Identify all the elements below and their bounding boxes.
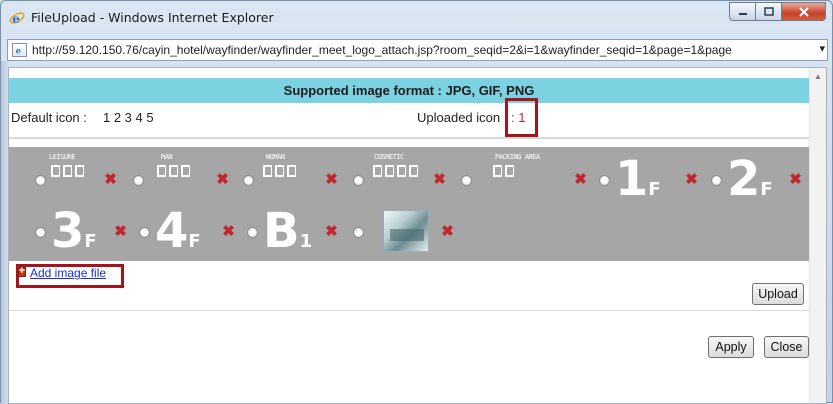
uploaded-photo-thumbnail bbox=[383, 210, 429, 252]
vertical-scrollbar[interactable]: ▲ bbox=[809, 68, 826, 403]
floor-number: 1 bbox=[615, 151, 649, 207]
floor-icon-1f: 1F bbox=[615, 155, 661, 203]
upload-button[interactable]: Upload bbox=[752, 283, 804, 305]
floor-suffix: F bbox=[84, 231, 97, 252]
floor-icon-3f: 3F bbox=[51, 207, 97, 255]
delete-icon[interactable]: ✖ bbox=[574, 172, 587, 187]
uploaded-icon-label: Uploaded icon bbox=[417, 110, 501, 125]
divider bbox=[9, 137, 809, 139]
window-frame-left bbox=[1, 61, 8, 404]
svg-text:e: e bbox=[16, 46, 22, 56]
close-button[interactable]: Close bbox=[764, 336, 809, 358]
parking-area-icon bbox=[493, 165, 514, 177]
floor-number: 2 bbox=[727, 151, 761, 207]
floor-number: 3 bbox=[51, 203, 85, 259]
floor-icon-4f: 4F bbox=[155, 207, 201, 255]
cosmetic-icon bbox=[373, 165, 418, 177]
highlight-add-image bbox=[16, 264, 124, 288]
page-content: ▲ Supported image format : JPG, GIF, PNG… bbox=[8, 67, 827, 404]
divider bbox=[9, 310, 809, 311]
floor-suffix: F bbox=[188, 231, 201, 252]
icon-radio[interactable] bbox=[247, 227, 258, 238]
delete-icon[interactable]: ✖ bbox=[325, 224, 338, 239]
icon-radio[interactable] bbox=[461, 175, 472, 186]
icon-radio[interactable] bbox=[243, 175, 254, 186]
icon-radio[interactable] bbox=[139, 227, 150, 238]
minimize-button[interactable] bbox=[729, 2, 756, 21]
page-icon: e bbox=[12, 43, 27, 57]
chevron-down-icon[interactable]: ▾ bbox=[819, 42, 825, 55]
floor-number: 4 bbox=[155, 203, 189, 259]
maximize-button[interactable] bbox=[756, 2, 782, 21]
floor-number: B bbox=[263, 203, 300, 259]
delete-icon[interactable]: ✖ bbox=[104, 172, 117, 187]
window-title: FileUpload - Windows Internet Explorer bbox=[31, 10, 274, 25]
icon-radio[interactable] bbox=[711, 175, 722, 186]
icon-radio[interactable] bbox=[353, 227, 364, 238]
maximize-icon bbox=[763, 7, 774, 16]
icon-label: MAN bbox=[161, 153, 173, 161]
window-close-button[interactable] bbox=[782, 2, 826, 21]
address-bar[interactable]: e http://59.120.150.76/cayin_hotel/wayfi… bbox=[7, 39, 828, 61]
minimize-icon bbox=[738, 12, 747, 15]
internet-explorer-icon: e bbox=[9, 12, 25, 26]
svg-text:e: e bbox=[12, 12, 20, 26]
floor-suffix: F bbox=[648, 179, 661, 200]
icon-radio[interactable] bbox=[35, 175, 46, 186]
delete-icon[interactable]: ✖ bbox=[685, 172, 698, 187]
icon-radio[interactable] bbox=[133, 175, 144, 186]
close-icon bbox=[798, 6, 809, 17]
delete-icon[interactable]: ✖ bbox=[441, 224, 454, 239]
icon-radio[interactable] bbox=[35, 227, 46, 238]
delete-icon[interactable]: ✖ bbox=[114, 224, 127, 239]
man-icon bbox=[157, 165, 190, 177]
floor-icon-b1: B1 bbox=[263, 207, 312, 255]
delete-icon[interactable]: ✖ bbox=[216, 172, 229, 187]
icon-label: WOMAN bbox=[266, 153, 285, 161]
icon-gallery: LEISURE ✖ MAN ✖ WOMAN ✖ COSMETIC ✖ PACKI… bbox=[9, 147, 809, 261]
floor-suffix: F bbox=[760, 179, 773, 200]
highlight-uploaded-count bbox=[505, 98, 538, 137]
icon-counts: Default icon : 1 2 3 4 5 Uploaded icon :… bbox=[9, 110, 809, 132]
title-bar: e FileUpload - Windows Internet Explorer bbox=[1, 1, 832, 35]
leisure-icon bbox=[51, 165, 84, 177]
icon-label: LEISURE bbox=[49, 153, 76, 161]
default-icon-pages[interactable]: 1 2 3 4 5 bbox=[103, 110, 154, 125]
floor-icon-2f: 2F bbox=[727, 155, 773, 203]
icon-label: COSMETIC bbox=[374, 153, 404, 161]
default-icon-label: Default icon : bbox=[11, 110, 87, 125]
icon-radio[interactable] bbox=[599, 175, 610, 186]
delete-icon[interactable]: ✖ bbox=[433, 172, 446, 187]
delete-icon[interactable]: ✖ bbox=[789, 172, 802, 187]
window-controls bbox=[729, 2, 826, 21]
icon-radio[interactable] bbox=[353, 175, 364, 186]
apply-button[interactable]: Apply bbox=[708, 336, 754, 358]
delete-icon[interactable]: ✖ bbox=[325, 172, 338, 187]
delete-icon[interactable]: ✖ bbox=[222, 224, 235, 239]
url-text[interactable]: http://59.120.150.76/cayin_hotel/wayfind… bbox=[32, 43, 814, 57]
supported-format-header: Supported image format : JPG, GIF, PNG bbox=[9, 78, 809, 103]
icon-label: PACKING AREA bbox=[495, 153, 540, 161]
ie-window: e FileUpload - Windows Internet Explorer… bbox=[0, 0, 833, 404]
scroll-up-icon[interactable]: ▲ bbox=[814, 72, 822, 81]
woman-icon bbox=[263, 165, 296, 177]
floor-suffix: 1 bbox=[299, 231, 313, 252]
